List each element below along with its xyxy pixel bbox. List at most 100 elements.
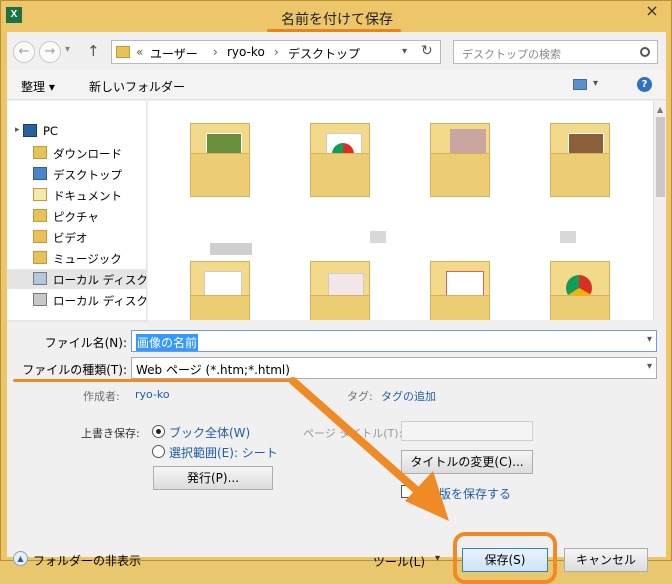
folder-item[interactable]: [550, 113, 610, 197]
sidebar-item-label: ビデオ: [53, 231, 88, 245]
filetype-underline-annotation: [13, 379, 293, 382]
sidebar-item-downloads[interactable]: ダウンロード: [7, 143, 147, 163]
hide-folders-chevron-up-icon[interactable]: ▲: [13, 551, 28, 566]
save-thumbnail-checkbox[interactable]: [401, 485, 414, 498]
sidebar-item-label: PC: [43, 124, 58, 138]
publish-button[interactable]: 発行(P)...: [153, 466, 273, 490]
sidebar-item-local-disk-c[interactable]: ローカル ディスク (C: [7, 269, 147, 289]
dialog-content: ← → ▾ ↑ « ユーザー › ryo-ko › デスクトップ ▾ ↻ デスク…: [7, 32, 666, 584]
sidebar-item-label: ダウンロード: [53, 147, 122, 161]
documents-icon: [33, 188, 47, 201]
history-chevron-down-icon[interactable]: ▾: [65, 44, 70, 55]
filename-label: ファイル名(N):: [44, 336, 127, 350]
disk-icon: [33, 272, 47, 285]
save-thumbnail-label[interactable]: 版を保存する: [439, 485, 511, 502]
save-options: ファイル名(N): 画像の名前 ▾ ファイルの種類(T): Web ページ (*…: [7, 322, 666, 584]
back-arrow-icon[interactable]: ←: [13, 41, 35, 63]
breadcrumb-desktop[interactable]: デスクトップ: [288, 45, 360, 62]
file-list-scrollbar[interactable]: ▲: [653, 101, 666, 320]
address-bar[interactable]: « ユーザー › ryo-ko › デスクトップ ▾ ↻: [111, 40, 441, 64]
sidebar-item-label: ドキュメント: [53, 189, 122, 203]
sidebar-item-music[interactable]: ミュージック: [7, 248, 147, 268]
radio-selection[interactable]: [152, 445, 165, 458]
address-row: ← → ▾ ↑ « ユーザー › ryo-ko › デスクトップ ▾ ↻ デスク…: [7, 32, 666, 70]
sidebar-item-label: ローカル ディスク (D: [53, 294, 147, 308]
filename-value: 画像の名前: [136, 334, 199, 351]
radio-whole-book-label[interactable]: ブック全体(W): [169, 424, 250, 441]
page-title-field[interactable]: [401, 421, 533, 441]
filetype-chevron-down-icon[interactable]: ▾: [647, 361, 652, 372]
address-dropdown-icon[interactable]: ▾: [402, 46, 407, 57]
organize-menu[interactable]: 整理 ▾: [21, 78, 55, 95]
add-tag-link[interactable]: タグの追加: [381, 388, 436, 404]
title-bar: X 名前を付けて保存 ×: [1, 1, 672, 34]
search-input[interactable]: デスクトップの検索: [453, 40, 658, 64]
file-list: [148, 101, 653, 320]
view-chevron-down-icon[interactable]: ▾: [593, 78, 598, 89]
save-as-dialog: X 名前を付けて保存 × ← → ▾ ↑ « ユーザー › ryo-ko › デ…: [0, 0, 672, 584]
sidebar-item-label: ミュージック: [53, 252, 122, 266]
sidebar-item-label: デスクトップ: [53, 168, 122, 182]
filename-field[interactable]: 画像の名前 ▾: [131, 330, 657, 352]
save-button[interactable]: 保存(S): [462, 548, 548, 572]
folder-icon: [116, 46, 130, 58]
up-arrow-icon[interactable]: ↑: [87, 42, 100, 60]
downloads-icon: [33, 146, 47, 159]
sidebar-item-label: ピクチャ: [53, 210, 99, 224]
scroll-up-icon[interactable]: ▲: [657, 105, 663, 114]
tools-chevron-down-icon[interactable]: ▾: [435, 553, 440, 564]
cancel-button[interactable]: キャンセル: [564, 548, 648, 572]
change-title-button[interactable]: タイトルの変更(C)...: [401, 450, 533, 474]
search-placeholder: デスクトップの検索: [462, 48, 561, 61]
breadcrumb-user[interactable]: ryo-ko: [227, 45, 265, 59]
scroll-thumb[interactable]: [656, 117, 665, 197]
radio-selection-label[interactable]: 選択範囲(E): シート: [169, 444, 278, 461]
sidebar-item-pc[interactable]: ▸ PC: [7, 121, 147, 141]
page-title-label: ページ タイトル(T):: [303, 427, 403, 440]
sidebar-item-videos[interactable]: ビデオ: [7, 227, 147, 247]
filename-chevron-down-icon[interactable]: ▾: [647, 334, 652, 345]
sidebar-item-label: ローカル ディスク (C: [53, 273, 147, 287]
folder-item[interactable]: [430, 113, 490, 197]
navigation-pane: ▸ PC ダウンロード デスクトップ ドキュメント ピクチャ ビデオ ミュージッ…: [7, 101, 147, 320]
tools-menu[interactable]: ツール(L): [373, 553, 425, 570]
close-icon[interactable]: ×: [637, 1, 667, 21]
breadcrumb-separator: ›: [274, 45, 279, 59]
overwrite-label: 上書き保存:: [81, 427, 140, 440]
pc-icon: [23, 124, 37, 137]
sidebar-item-documents[interactable]: ドキュメント: [7, 185, 147, 205]
disk-icon: [33, 293, 47, 306]
filetype-select[interactable]: Web ページ (*.htm;*.html) ▾: [131, 357, 657, 379]
dialog-title: 名前を付けて保存: [281, 12, 393, 28]
author-label: 作成者:: [83, 390, 120, 403]
expand-chevron-icon[interactable]: ▸: [15, 125, 20, 135]
breadcrumb-users[interactable]: ユーザー: [150, 45, 198, 62]
filetype-value: Web ページ (*.htm;*.html): [136, 363, 290, 377]
radio-whole-book[interactable]: [152, 425, 165, 438]
breadcrumb-separator: ›: [213, 45, 218, 59]
folder-item[interactable]: [310, 113, 370, 197]
forward-arrow-icon[interactable]: →: [39, 41, 61, 63]
folder-item[interactable]: [310, 251, 370, 320]
help-icon[interactable]: ?: [637, 77, 652, 92]
sidebar-item-local-disk-d[interactable]: ローカル ディスク (D: [7, 290, 147, 310]
tag-label: タグ:: [347, 390, 373, 403]
sidebar-item-desktop[interactable]: デスクトップ: [7, 164, 147, 184]
search-icon: [640, 47, 650, 57]
sidebar-item-pictures[interactable]: ピクチャ: [7, 206, 147, 226]
refresh-icon[interactable]: ↻: [421, 43, 433, 59]
folder-item[interactable]: [430, 251, 490, 320]
command-toolbar: 整理 ▾ 新しいフォルダー ▾ ?: [7, 70, 666, 100]
folder-item[interactable]: [550, 251, 610, 320]
folder-item[interactable]: [190, 113, 250, 197]
view-options-icon[interactable]: [573, 79, 587, 90]
breadcrumb-overflow[interactable]: «: [136, 45, 143, 59]
folder-item[interactable]: [190, 251, 250, 320]
new-folder-button[interactable]: 新しいフォルダー: [89, 78, 185, 95]
file-name-redacted: [560, 231, 576, 243]
file-name-redacted: [370, 231, 386, 243]
music-icon: [33, 251, 47, 264]
filetype-label: ファイルの種類(T):: [22, 363, 127, 377]
author-value[interactable]: ryo-ko: [135, 388, 170, 401]
videos-icon: [33, 230, 47, 243]
